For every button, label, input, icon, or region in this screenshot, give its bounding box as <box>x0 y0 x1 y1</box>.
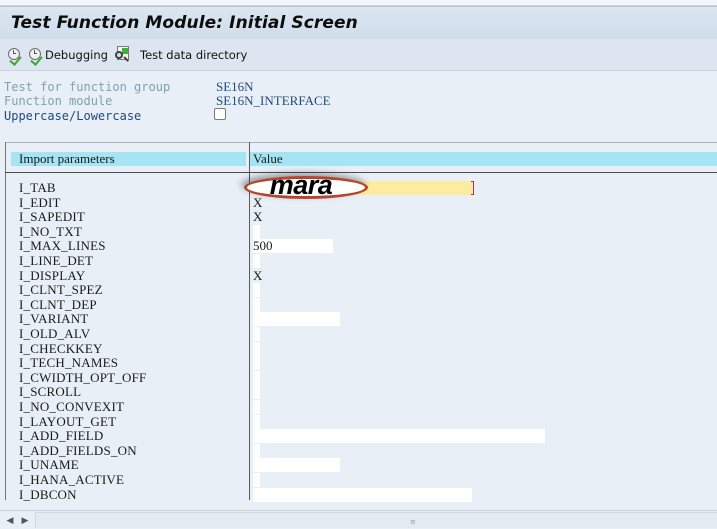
parameter-name: I_CHECKKEY <box>19 340 103 356</box>
parameter-value-input[interactable] <box>253 283 260 298</box>
function-module-label: Function module <box>4 94 113 108</box>
parameter-value-input[interactable] <box>253 487 472 502</box>
table-row: I_TECH_NAMES <box>0 356 717 371</box>
parameter-name: I_EDIT <box>19 194 61 210</box>
table-row: I_CHECKKEY <box>0 340 717 357</box>
table-row: I_MAX_LINES 500 <box>0 239 717 254</box>
parameter-name: I_ADD_FIELDS_ON <box>19 442 137 458</box>
parameter-name: I_LAYOUT_GET <box>19 413 117 429</box>
execute-icon <box>8 47 23 66</box>
horizontal-scrollbar[interactable]: ◀ ▶ ≡ <box>0 510 717 529</box>
table-row: I_SCROLL <box>0 385 717 400</box>
parameter-value-input[interactable] <box>253 414 260 429</box>
parameter-value-input[interactable]: 500 <box>253 239 333 254</box>
parameter-value-input[interactable] <box>253 473 260 487</box>
parameter-name: I_NO_TXT <box>19 223 82 239</box>
parameter-value-input[interactable] <box>253 297 260 312</box>
debug-execute-icon <box>29 47 44 66</box>
parameter-name: I_VARIANT <box>19 311 89 327</box>
application-toolbar: Debugging Test data directory <box>0 39 717 71</box>
table-row: I_VARIANT <box>0 312 717 327</box>
table-row: I_CLNT_DEP <box>0 296 717 313</box>
column-header-import-parameters: Import parameters <box>11 152 246 166</box>
parameter-value-input[interactable] <box>253 370 260 385</box>
table-row: I_LINE_DET <box>0 253 717 269</box>
scroll-left-icon[interactable]: ◀ <box>5 514 15 526</box>
parameter-name: I_HANA_ACTIVE <box>19 472 125 487</box>
table-row: I_HANA_ACTIVE <box>0 472 717 488</box>
annotation-oval: mara <box>244 169 368 200</box>
parameter-value-input[interactable] <box>253 254 260 268</box>
parameter-value-input[interactable] <box>253 385 260 400</box>
scrollbar-grip-icon[interactable]: ≡ <box>410 518 416 526</box>
parameter-value-input[interactable]: X <box>253 210 262 224</box>
table-row: I_DISPLAY X <box>0 267 717 284</box>
table-row: I_NO_TXT <box>0 223 717 240</box>
parameter-name: I_DBCON <box>19 486 77 502</box>
parameter-value-input[interactable] <box>253 327 260 341</box>
parameter-value-input[interactable] <box>253 356 260 371</box>
scrollbar-track[interactable]: ≡ <box>35 512 717 528</box>
parameter-value-input[interactable] <box>253 341 260 356</box>
table-row: I_LAYOUT_GET <box>0 413 717 430</box>
function-module-value: SE16N_INTERFACE <box>216 93 331 108</box>
parameter-name: I_UNAME <box>19 457 79 473</box>
parameter-name: I_DISPLAY <box>19 267 86 283</box>
debugging-label: Debugging <box>45 48 108 62</box>
test-data-directory-label: Test data directory <box>140 48 248 62</box>
parameter-value-input[interactable] <box>253 443 260 458</box>
test-data-directory-icon <box>115 46 133 64</box>
uppercase-lowercase-label: Uppercase/Lowercase <box>4 109 142 123</box>
parameter-value-input[interactable] <box>253 429 545 444</box>
table-row: I_CLNT_SPEZ <box>0 283 717 298</box>
parameter-name: I_CLNT_SPEZ <box>19 282 103 298</box>
parameter-value-input[interactable] <box>253 312 340 327</box>
parameter-name: I_LINE_DET <box>19 253 94 268</box>
table-row: I_ADD_FIELD <box>0 429 717 444</box>
table-row: I_SAPEDIT X <box>0 210 717 225</box>
parameter-name: I_OLD_ALV <box>19 326 91 341</box>
debugging-button[interactable]: Debugging <box>29 45 108 66</box>
parameter-value-input[interactable] <box>253 458 340 473</box>
title-bar: Test Function Module: Initial Screen <box>0 6 717 40</box>
table-row: I_OLD_ALV <box>0 326 717 342</box>
parameter-value-input[interactable]: X <box>253 195 262 210</box>
table-row: I_UNAME <box>0 458 717 473</box>
parameter-name: I_TECH_NAMES <box>19 355 119 371</box>
parameter-name: I_SAPEDIT <box>19 209 86 225</box>
table-top-border <box>5 142 717 143</box>
function-group-label: Test for function group <box>4 80 171 94</box>
parameter-name: I_ADD_FIELD <box>19 428 104 444</box>
test-data-directory-button[interactable]: Test data directory <box>115 45 247 65</box>
scroll-right-icon[interactable]: ▶ <box>20 514 30 526</box>
page-title: Test Function Module: Initial Screen <box>11 13 358 33</box>
parameter-name: I_SCROLL <box>19 384 82 400</box>
table-row: I_EDIT X <box>0 194 717 211</box>
parameter-name: I_CWIDTH_OPT_OFF <box>19 369 147 385</box>
parameter-value-input[interactable] <box>253 224 260 239</box>
parameter-name: I_MAX_LINES <box>19 238 106 254</box>
table-row: I_ADD_FIELDS_ON <box>0 442 717 459</box>
parameter-name: I_NO_CONVEXIT <box>19 399 125 414</box>
header-separator <box>5 172 717 173</box>
column-header-value: Value <box>250 152 717 166</box>
parameter-name: I_CLNT_DEP <box>19 296 97 312</box>
uppercase-lowercase-checkbox[interactable] <box>214 108 226 120</box>
execute-button[interactable] <box>8 45 23 66</box>
annotation-text: mara <box>269 169 333 200</box>
table-row: I_DBCON <box>0 486 717 503</box>
parameter-name: I_TAB <box>19 180 56 195</box>
required-field-marker <box>471 181 474 195</box>
table-row: I_CWIDTH_OPT_OFF <box>0 369 717 386</box>
parameter-value-input[interactable]: X <box>253 268 262 283</box>
parameter-value-input[interactable] <box>253 400 260 414</box>
table-row: I_NO_CONVEXIT <box>0 399 717 415</box>
